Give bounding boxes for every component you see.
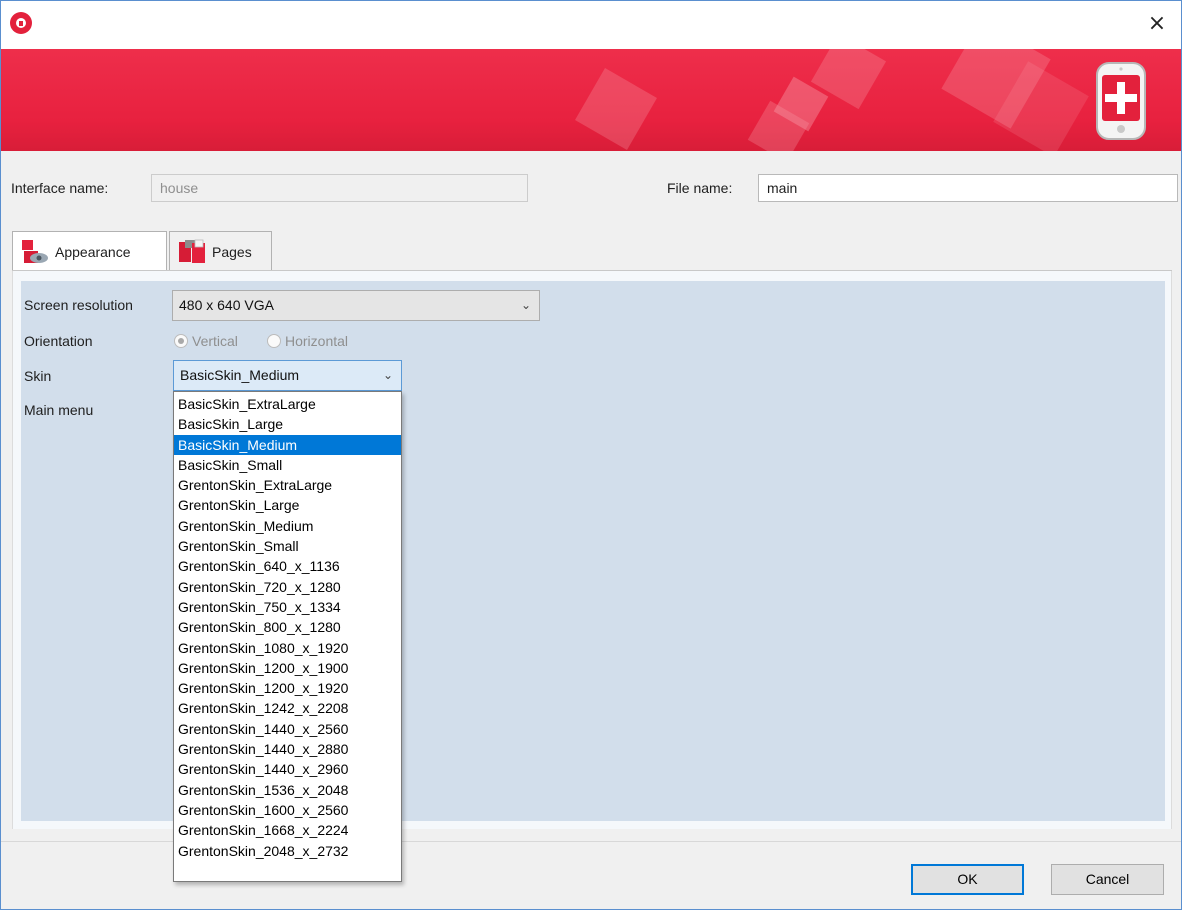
tab-appearance[interactable]: Appearance [12,231,167,271]
pages-icon [178,239,206,265]
skin-dropdown-list[interactable]: BasicSkin_ExtraLarge BasicSkin_Large Basic… [173,391,402,882]
skin-option[interactable]: GrentonSkin_1536_x_2048 [174,780,401,800]
tab-pages-label: Pages [212,243,252,260]
interface-name-field: house [151,174,528,202]
skin-option[interactable]: GrentonSkin_1668_x_2224 [174,820,401,840]
screen-resolution-value: 480 x 640 VGA [179,297,274,313]
skin-option[interactable]: BasicSkin_Small [174,455,401,475]
chevron-down-icon: ⌄ [520,298,531,312]
skin-option[interactable]: GrentonSkin_640_x_1136 [174,556,401,576]
screen-resolution-select[interactable]: 480 x 640 VGA ⌄ [172,290,540,321]
skin-option[interactable]: GrentonSkin_ExtraLarge [174,475,401,495]
tab-pages[interactable]: Pages [169,231,272,271]
grenton-house-icon [10,12,32,34]
orientation-vertical-label: Vertical [192,333,238,349]
radio-unselected-icon [267,334,281,348]
skin-option[interactable]: GrentonSkin_Large [174,495,401,515]
chevron-down-icon: ⌄ [382,368,393,382]
skin-option[interactable]: GrentonSkin_1200_x_1900 [174,658,401,678]
phone-plus-icon [1096,62,1146,140]
orientation-horizontal-label: Horizontal [285,333,349,349]
skin-option[interactable]: GrentonSkin_2048_x_2732 [174,841,401,861]
screen-resolution-label: Screen resolution [24,297,133,313]
skin-value: BasicSkin_Medium [180,367,300,383]
main-menu-label: Main menu [24,402,94,418]
file-name-field[interactable]: main [758,174,1178,202]
interface-name-label: Interface name: [11,180,109,196]
appearance-icon [21,239,49,265]
radio-selected-icon [174,334,188,348]
banner-cube-decoration [575,68,657,150]
skin-option[interactable]: GrentonSkin_1440_x_2560 [174,719,401,739]
close-button[interactable]: × [1141,9,1173,39]
skin-label: Skin [24,368,52,384]
skin-option[interactable]: GrentonSkin_Medium [174,516,401,536]
skin-option[interactable]: BasicSkin_Medium [174,434,401,455]
ok-button[interactable]: OK [911,864,1024,895]
skin-option[interactable]: GrentonSkin_1440_x_2960 [174,759,401,779]
title-bar[interactable]: × [1,1,1181,49]
tab-appearance-label: Appearance [55,243,131,260]
skin-option[interactable]: GrentonSkin_1600_x_2560 [174,800,401,820]
skin-option[interactable]: GrentonSkin_800_x_1280 [174,617,401,637]
skin-option[interactable]: GrentonSkin_1242_x_2208 [174,698,401,718]
skin-option[interactable]: GrentonSkin_720_x_1280 [174,577,401,597]
skin-option[interactable]: GrentonSkin_1080_x_1920 [174,638,401,658]
skin-option[interactable]: GrentonSkin_1440_x_2880 [174,739,401,759]
skin-option[interactable]: GrentonSkin_Small [174,536,401,556]
file-name-label: File name: [667,180,733,196]
orientation-horizontal-radio: Horizontal [267,331,348,351]
skin-option[interactable]: BasicSkin_Large [174,414,401,434]
orientation-vertical-radio: Vertical [174,331,238,351]
skin-select[interactable]: BasicSkin_Medium ⌄ [173,360,402,391]
skin-option[interactable]: BasicSkin_ExtraLarge [174,394,401,414]
skin-option[interactable]: GrentonSkin_750_x_1334 [174,597,401,617]
cancel-button[interactable]: Cancel [1051,864,1164,895]
skin-option[interactable]: GrentonSkin_1200_x_1920 [174,678,401,698]
orientation-label: Orientation [24,333,93,349]
dialog-window: × Interface name: house File name: main [0,0,1182,910]
header-banner [1,49,1181,151]
